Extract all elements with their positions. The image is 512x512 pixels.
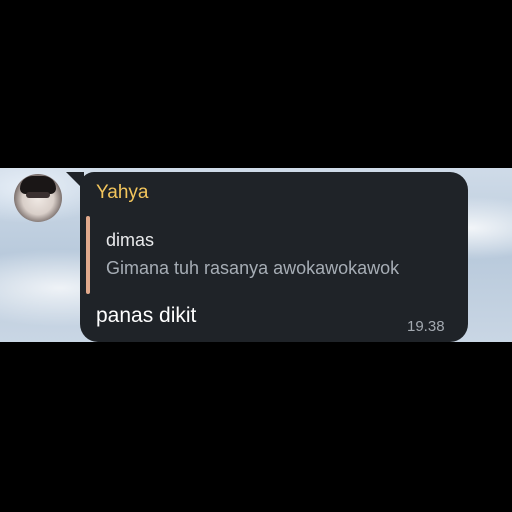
bottom-letterbox bbox=[0, 342, 512, 512]
reply-quote-bar bbox=[86, 216, 90, 294]
reply-preview-text[interactable]: Gimana tuh rasanya awokawokawok bbox=[106, 258, 399, 279]
sender-name[interactable]: Yahya bbox=[96, 182, 148, 204]
top-letterbox bbox=[0, 0, 512, 168]
message-timestamp: 19.38 bbox=[407, 318, 445, 335]
reply-author[interactable]: dimas bbox=[106, 230, 154, 251]
message-text: panas dikit bbox=[96, 304, 197, 327]
avatar-eyes-shape bbox=[26, 192, 50, 198]
avatar[interactable] bbox=[14, 174, 62, 222]
